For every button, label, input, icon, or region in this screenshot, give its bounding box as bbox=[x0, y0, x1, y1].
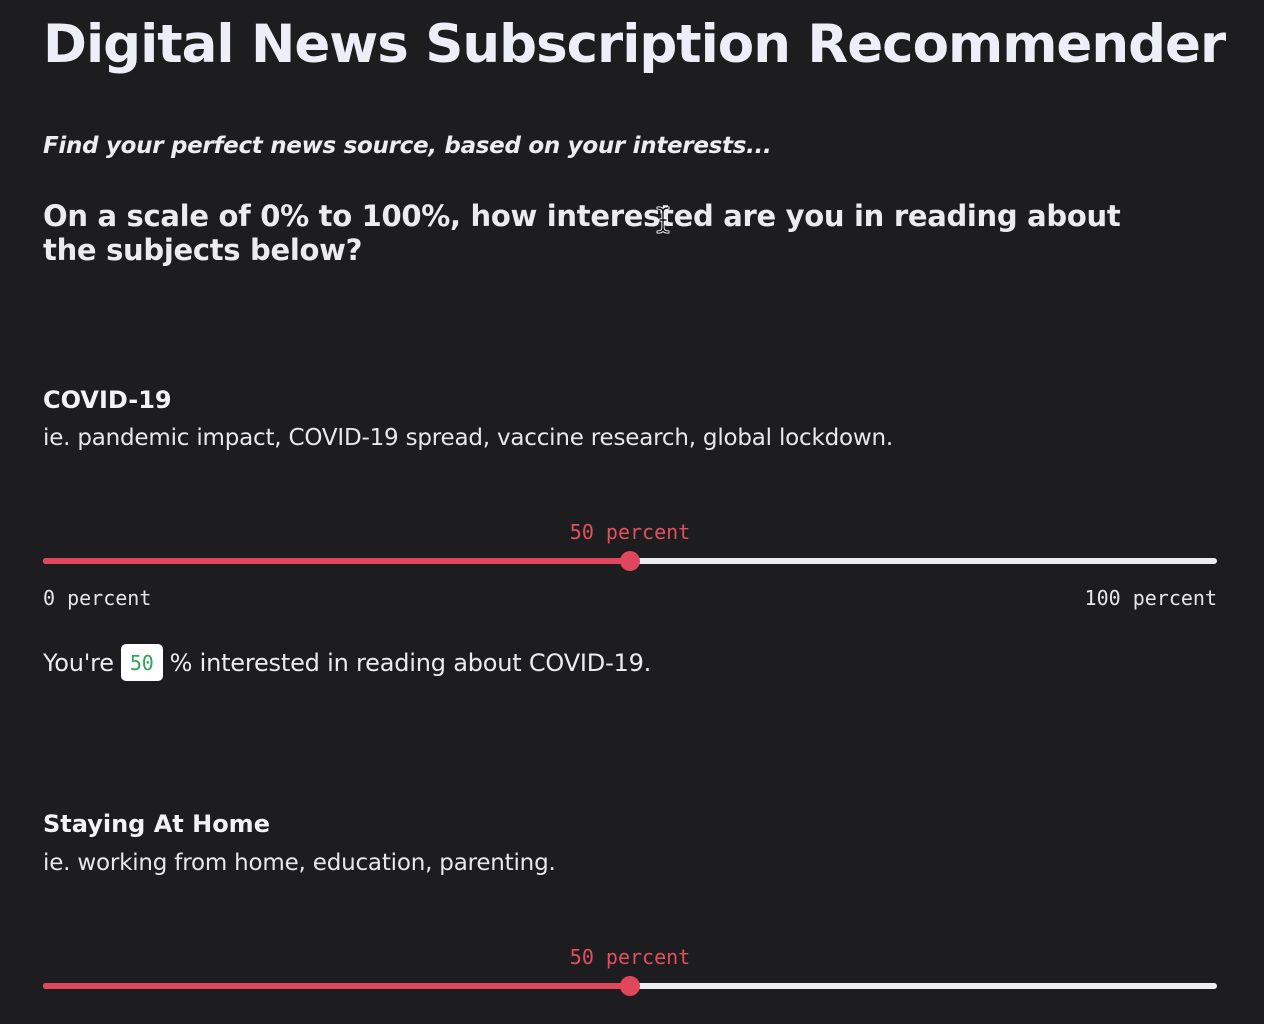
topic-description-staying-at-home: ie. working from home, education, parent… bbox=[43, 850, 556, 876]
topic-description-covid: ie. pandemic impact, COVID-19 spread, va… bbox=[43, 425, 893, 451]
slider-thumb[interactable] bbox=[620, 551, 640, 571]
text-cursor-icon bbox=[656, 206, 670, 234]
page-title: Digital News Subscription Recommender bbox=[43, 14, 1226, 75]
survey-question: On a scale of 0% to 100%, how interested… bbox=[43, 199, 1121, 267]
slider-max-label: 100 percent bbox=[1084, 586, 1217, 610]
slider-value-label: 50 percent bbox=[569, 945, 691, 969]
slider-value-label: 50 percent bbox=[569, 520, 691, 544]
topic-title-covid: COVID-19 bbox=[43, 386, 172, 414]
covid-interest-result: You're 50 % interested in reading about … bbox=[43, 644, 651, 681]
slider-fill bbox=[43, 983, 630, 989]
slider-min-label: 0 percent bbox=[43, 586, 152, 610]
covid-interest-slider[interactable]: 50 percent 0 percent 100 percent bbox=[43, 520, 1217, 610]
result-suffix: % interested in reading about COVID-19. bbox=[169, 648, 652, 677]
topic-title-staying-at-home: Staying At Home bbox=[43, 810, 270, 838]
slider-thumb[interactable] bbox=[620, 976, 640, 996]
staying-at-home-interest-slider[interactable]: 50 percent bbox=[43, 945, 1217, 1024]
result-prefix: You're bbox=[43, 648, 114, 677]
page-subtitle: Find your perfect news source, based on … bbox=[43, 133, 772, 159]
app-page: Digital News Subscription Recommender Fi… bbox=[0, 0, 1264, 1024]
slider-fill bbox=[43, 558, 630, 564]
result-value-badge: 50 bbox=[120, 644, 163, 681]
